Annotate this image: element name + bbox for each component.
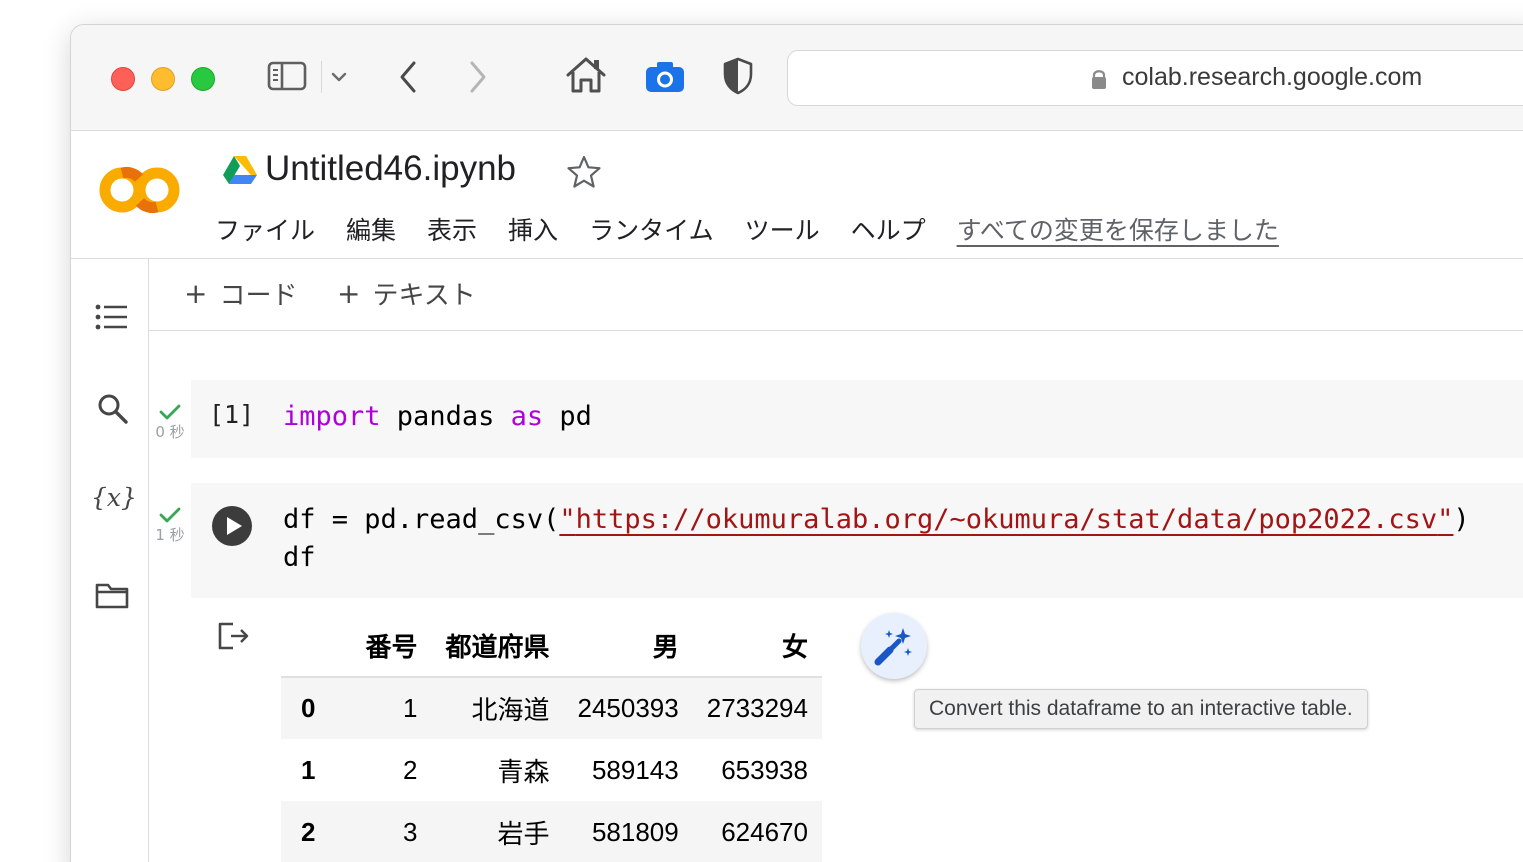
- column-header: 番号: [351, 615, 432, 678]
- menu-bar: ファイル 編集 表示 挿入 ランタイム ツール ヘルプ すべての変更を保存しまし…: [215, 211, 1279, 247]
- code-keyword: as: [510, 401, 544, 432]
- table-cell: 青森: [497, 756, 550, 787]
- table-cell: 2733294: [706, 693, 808, 723]
- colab-logo[interactable]: [99, 164, 181, 216]
- shield-icon[interactable]: [723, 57, 753, 95]
- check-icon: [159, 404, 181, 420]
- code-text: df: [283, 542, 316, 573]
- lock-icon: [1092, 70, 1106, 89]
- notebook-toolbar: + コード + テキスト: [149, 259, 1523, 331]
- search-icon[interactable]: [97, 393, 129, 425]
- table-of-contents-icon[interactable]: [95, 303, 129, 331]
- variables-icon[interactable]: {x}: [91, 483, 137, 512]
- menu-edit[interactable]: 編集: [346, 211, 396, 247]
- table-cell: 624670: [721, 816, 808, 847]
- table-header-row: 番号 都道府県 男 女: [281, 615, 822, 678]
- add-code-button[interactable]: + コード: [184, 275, 297, 312]
- table-row: 1 2 青森 589143 653938: [281, 739, 822, 801]
- code-keyword: import: [283, 401, 381, 432]
- back-arrow-icon[interactable]: [395, 59, 421, 95]
- row-index: 1: [301, 754, 316, 785]
- chevron-down-icon[interactable]: [329, 67, 349, 87]
- add-text-button[interactable]: + テキスト: [337, 275, 476, 312]
- table-cell: 589143: [591, 754, 679, 785]
- column-header: 都道府県: [431, 615, 564, 678]
- notebook-title[interactable]: Untitled46.ipynb: [265, 149, 516, 189]
- add-text-label: テキスト: [372, 281, 476, 311]
- browser-toolbar: colab.research.google.com: [71, 25, 1523, 131]
- column-header: 女: [692, 615, 822, 678]
- row-index: 2: [301, 816, 316, 847]
- browser-window: colab.research.google.com Untitled46.ipy…: [70, 24, 1523, 862]
- cell-prompt: [1]: [209, 400, 255, 429]
- address-bar[interactable]: colab.research.google.com: [787, 50, 1523, 106]
- home-icon[interactable]: [565, 55, 607, 95]
- google-drive-icon[interactable]: [223, 155, 257, 185]
- magic-wand-icon: [874, 628, 912, 666]
- table-cell: 2450393: [577, 693, 679, 723]
- menu-insert[interactable]: 挿入: [508, 211, 558, 247]
- column-header: [281, 615, 352, 678]
- code-cell-1[interactable]: [1] import pandas as pd: [191, 380, 1523, 458]
- dataframe-table: 番号 都道府県 男 女 0 1 北海道 2450393 2733294 1 2 …: [281, 615, 822, 862]
- menu-help[interactable]: ヘルプ: [851, 211, 926, 247]
- forward-arrow-icon[interactable]: [465, 59, 491, 95]
- left-rail: {x}: [71, 259, 149, 862]
- column-header: 男: [563, 615, 693, 678]
- code-text: df = pd.read_csv(: [283, 504, 560, 535]
- table-cell: 2: [403, 754, 418, 785]
- table-cell: 581809: [591, 816, 679, 847]
- code-text: pd: [543, 401, 592, 432]
- run-cell-button[interactable]: [211, 505, 253, 547]
- minimize-window-button[interactable]: [151, 67, 175, 91]
- zoom-window-button[interactable]: [191, 67, 215, 91]
- tooltip: Convert this dataframe to an interactive…: [914, 689, 1368, 729]
- cell-1-status: 0 秒: [151, 403, 189, 442]
- colab-header: Untitled46.ipynb ファイル 編集 表示 挿入 ランタイム ツール…: [71, 131, 1523, 259]
- add-code-label: コード: [219, 281, 298, 311]
- toolbar-divider: [321, 61, 322, 93]
- code-text: pandas: [380, 401, 511, 432]
- sidebar-icon[interactable]: [267, 61, 307, 91]
- code-editor[interactable]: import pandas as pd: [283, 398, 592, 436]
- table-cell: 3: [403, 816, 418, 847]
- menu-runtime[interactable]: ランタイム: [589, 211, 714, 247]
- folder-icon[interactable]: [95, 581, 129, 609]
- plus-icon: +: [184, 277, 208, 310]
- menu-file[interactable]: ファイル: [215, 211, 315, 247]
- save-status-link[interactable]: すべての変更を保存しました: [957, 211, 1279, 247]
- execution-time: 0 秒: [155, 423, 185, 441]
- menu-tools[interactable]: ツール: [745, 211, 820, 247]
- code-string-url: https://okumuralab.org/~okumura/stat/dat…: [575, 504, 1438, 535]
- interactive-table-button[interactable]: [861, 613, 927, 679]
- menu-view[interactable]: 表示: [427, 211, 477, 247]
- row-index: 0: [301, 693, 316, 723]
- table-cell: 岩手: [497, 818, 550, 849]
- code-string-quote: ": [559, 504, 576, 535]
- table-cell: 653938: [721, 754, 808, 785]
- output-menu-icon[interactable]: [217, 621, 251, 651]
- url-text: colab.research.google.com: [1122, 63, 1423, 91]
- cell-2-status: 1 秒: [151, 506, 189, 545]
- code-string-quote: ": [1437, 504, 1454, 535]
- table-row: 2 3 岩手 581809 624670: [281, 801, 822, 862]
- camera-icon[interactable]: [645, 61, 685, 93]
- table-cell: 北海道: [471, 695, 550, 725]
- execution-time: 1 秒: [155, 526, 185, 544]
- check-icon: [159, 507, 181, 523]
- table-cell: 1: [403, 693, 418, 723]
- table-row: 0 1 北海道 2450393 2733294: [281, 677, 822, 739]
- close-window-button[interactable]: [111, 67, 135, 91]
- code-editor[interactable]: df = pd.read_csv("https://okumuralab.org…: [283, 501, 1470, 577]
- star-icon[interactable]: [567, 155, 601, 189]
- code-cell-2[interactable]: df = pd.read_csv("https://okumuralab.org…: [191, 483, 1523, 598]
- plus-icon: +: [337, 277, 361, 310]
- code-text: ): [1453, 504, 1470, 535]
